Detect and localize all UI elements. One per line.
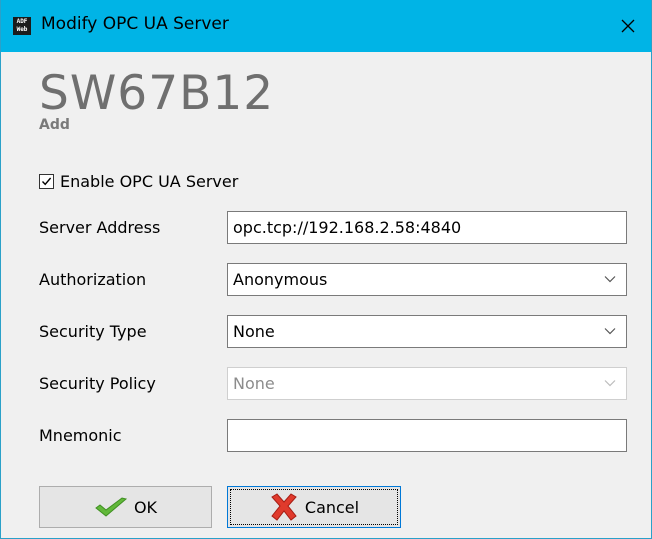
close-button[interactable] [605, 0, 651, 52]
checkmark-icon [41, 177, 52, 186]
security-type-select[interactable]: None [227, 315, 627, 348]
authorization-select[interactable]: Anonymous [227, 263, 627, 296]
mnemonic-input[interactable] [227, 419, 627, 452]
enable-opc-ua-label: Enable OPC UA Server [60, 172, 239, 191]
ok-label: OK [133, 497, 158, 517]
checkmark-icon [95, 497, 128, 517]
chevron-down-icon [604, 380, 616, 387]
cancel-label: Cancel [304, 497, 360, 517]
ok-button[interactable]: OK [39, 486, 212, 528]
app-icon: ADF Web [13, 17, 31, 35]
security-policy-label: Security Policy [39, 374, 156, 393]
product-title: SW67B12 [39, 66, 275, 121]
authorization-label: Authorization [39, 270, 147, 289]
server-address-label: Server Address [39, 218, 161, 237]
page-subtitle: Add [39, 117, 70, 133]
mnemonic-label: Mnemonic [39, 426, 122, 445]
dialog-window: ADF Web Modify OPC UA Server SW67B12 Add … [0, 0, 652, 539]
close-icon [621, 19, 635, 33]
security-type-label: Security Type [39, 322, 147, 341]
red-x-icon [271, 493, 297, 521]
chevron-down-icon [604, 276, 616, 283]
cancel-button[interactable]: Cancel [227, 486, 401, 528]
chevron-down-icon [604, 328, 616, 335]
enable-opc-ua-row[interactable]: Enable OPC UA Server [39, 172, 238, 191]
server-address-input[interactable]: opc.tcp://192.168.2.58:4840 [227, 211, 627, 244]
enable-opc-ua-checkbox[interactable] [39, 174, 54, 189]
authorization-value: Anonymous [233, 270, 328, 289]
title-bar[interactable]: ADF Web Modify OPC UA Server [1, 0, 651, 52]
security-type-value: None [233, 322, 275, 341]
security-policy-select: None [227, 367, 627, 400]
window-title: Modify OPC UA Server [41, 14, 229, 34]
security-policy-value: None [233, 374, 275, 393]
